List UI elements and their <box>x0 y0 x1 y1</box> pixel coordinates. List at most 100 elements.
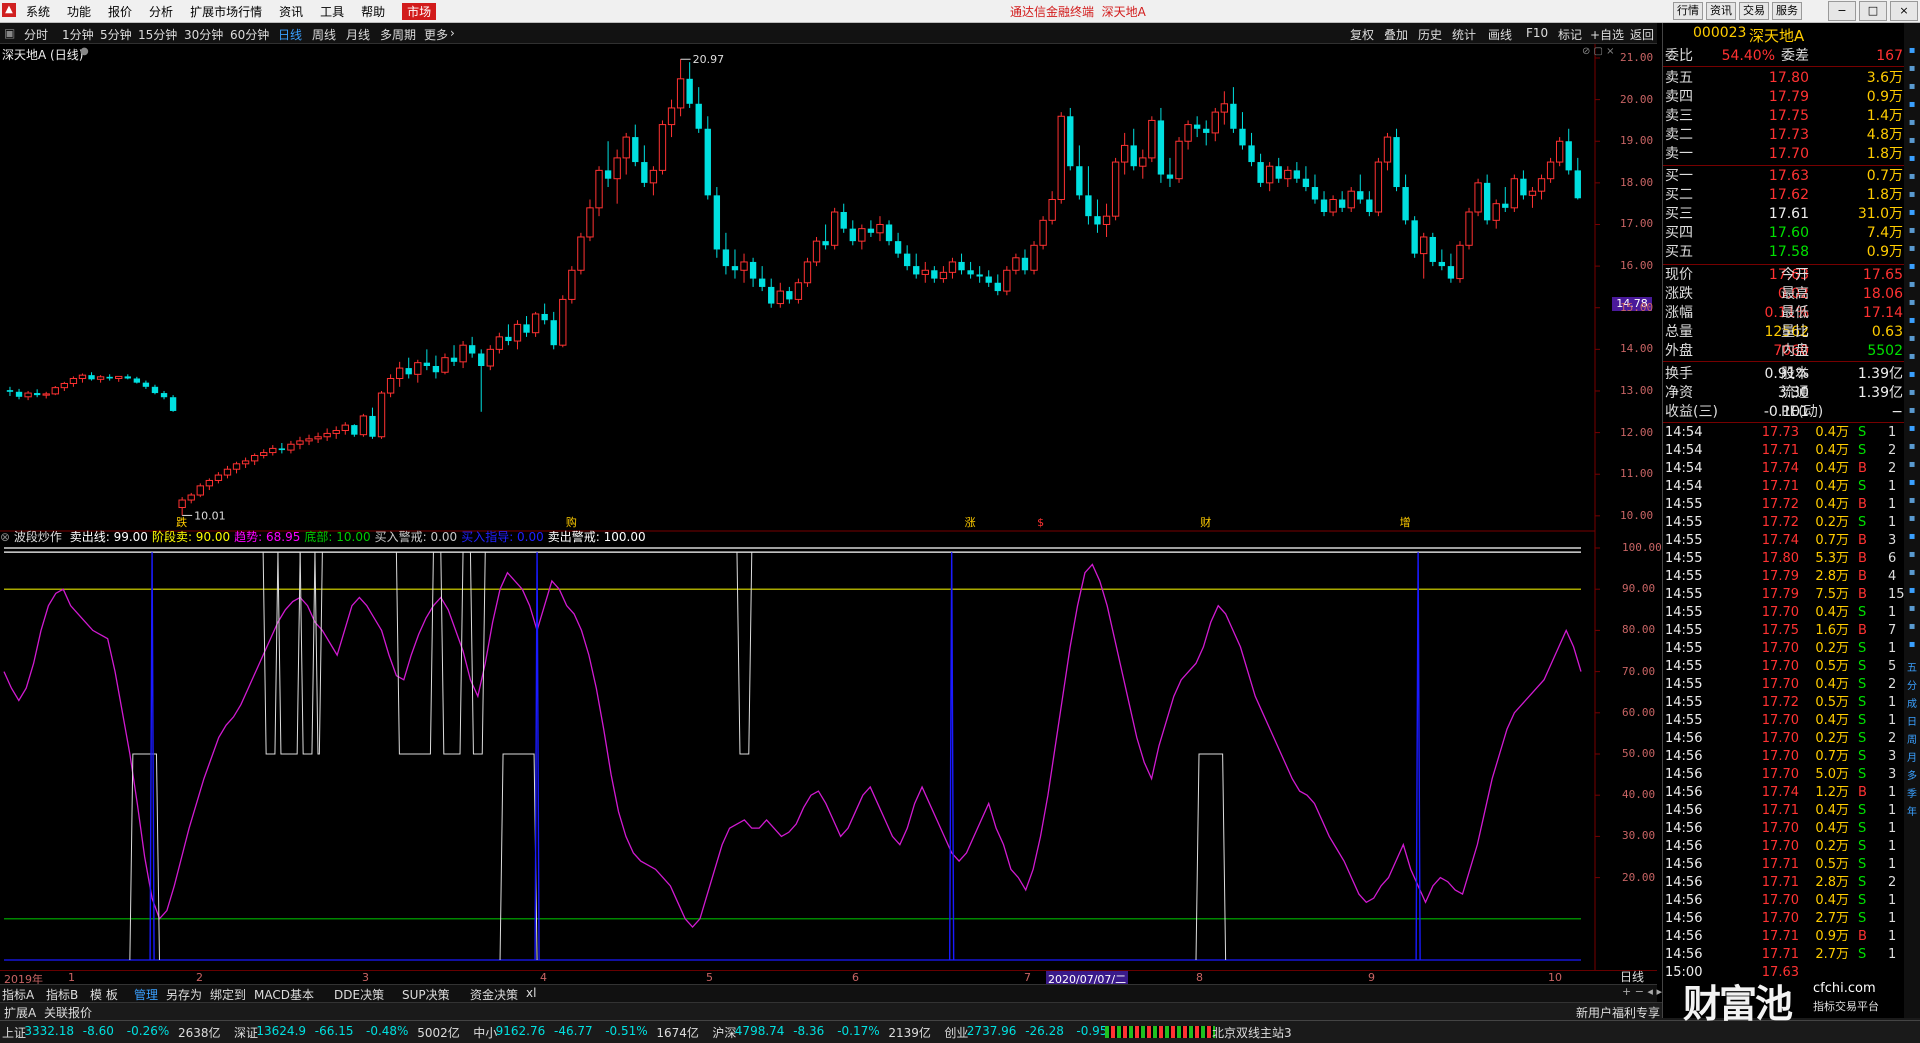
candle[interactable] <box>214 472 223 484</box>
candle[interactable] <box>931 266 938 283</box>
candle[interactable] <box>405 357 412 379</box>
indicator-tab[interactable]: DDE决策 <box>334 986 384 1003</box>
candle[interactable] <box>604 141 612 188</box>
candle[interactable] <box>395 361 404 387</box>
period-tab[interactable]: 30分钟 <box>184 26 223 43</box>
candle[interactable] <box>250 453 259 466</box>
candle[interactable] <box>1402 174 1409 225</box>
candle[interactable] <box>1311 174 1319 204</box>
tool-icon[interactable]: ▪ <box>1906 441 1918 453</box>
candle[interactable] <box>495 332 504 354</box>
candle[interactable] <box>1357 174 1364 204</box>
period-tab[interactable]: 多周期 <box>380 26 416 43</box>
candle[interactable] <box>468 336 476 358</box>
candle[interactable] <box>1438 249 1446 271</box>
candle[interactable] <box>269 445 277 456</box>
candle[interactable] <box>676 59 685 117</box>
period-shortcut[interactable]: 五 <box>1906 663 1918 675</box>
candle[interactable] <box>160 390 168 400</box>
candle[interactable] <box>196 483 204 498</box>
candle[interactable] <box>758 266 766 292</box>
candle[interactable] <box>142 380 150 389</box>
candle[interactable] <box>649 166 658 196</box>
candle[interactable] <box>876 216 884 242</box>
candle[interactable] <box>1393 128 1400 192</box>
candle[interactable] <box>595 166 603 217</box>
indicator-tab[interactable]: 指标B <box>46 986 78 1003</box>
candle[interactable] <box>1465 207 1473 250</box>
candle[interactable] <box>586 199 594 242</box>
tool-overlay[interactable]: 叠加 <box>1384 26 1408 43</box>
server-status[interactable]: 北京双线主站3 <box>1212 1024 1292 1041</box>
kline-chart[interactable]: 20.9710.01跌购涨 $ 财增 <box>0 44 1657 532</box>
ask-row[interactable]: 卖五 17.80 3.6万 <box>1663 69 1905 88</box>
candle[interactable] <box>958 253 965 275</box>
candle[interactable] <box>1139 149 1147 179</box>
ask-row[interactable]: 卖三 17.75 1.4万 <box>1663 107 1905 126</box>
menu-system[interactable]: 系统 <box>26 3 50 20</box>
period-tab[interactable]: 月线 <box>346 26 370 43</box>
event-marker[interactable]: 跌 <box>176 515 187 529</box>
info-icon[interactable]: ● <box>80 46 89 57</box>
candle[interactable] <box>1411 216 1418 258</box>
period-tab[interactable]: 60分钟 <box>230 26 269 43</box>
candle[interactable] <box>577 232 585 275</box>
candle[interactable] <box>1039 216 1047 250</box>
period-tab[interactable]: 分时 <box>24 26 48 43</box>
chevron-right-icon[interactable]: › <box>450 26 455 40</box>
candle[interactable] <box>858 224 866 250</box>
candle[interactable] <box>939 266 948 283</box>
candle[interactable] <box>948 257 957 279</box>
candle[interactable] <box>232 461 241 474</box>
period-tab[interactable]: 5分钟 <box>100 26 132 43</box>
tool-icon[interactable]: ▪ <box>1906 63 1918 75</box>
candle[interactable] <box>1366 191 1373 217</box>
grid-icon[interactable]: ▣ <box>4 26 15 40</box>
candle[interactable] <box>133 376 141 384</box>
tool-icon[interactable]: ▪ <box>1906 351 1918 363</box>
tool-icon[interactable]: ▪ <box>1906 243 1918 255</box>
candle[interactable] <box>913 253 920 279</box>
period-shortcut[interactable]: 日 <box>1906 717 1918 729</box>
tool-icon[interactable]: ▪ <box>1906 117 1918 129</box>
candle[interactable] <box>695 87 702 133</box>
candle[interactable] <box>1111 157 1120 221</box>
candle[interactable] <box>894 232 902 258</box>
tool-icon[interactable]: ▪ <box>1906 603 1918 615</box>
candle[interactable] <box>423 349 431 371</box>
candle[interactable] <box>985 270 992 287</box>
tool-icon[interactable]: ▪ <box>1906 585 1918 597</box>
candle[interactable] <box>1537 174 1546 200</box>
candle[interactable] <box>96 375 105 383</box>
menu-market[interactable]: 市场 <box>402 3 437 20</box>
candle[interactable] <box>632 124 639 167</box>
tool-icon[interactable]: ▪ <box>1906 639 1918 651</box>
candle[interactable] <box>613 149 621 204</box>
menu-function[interactable]: 功能 <box>67 3 91 20</box>
indicator-tab[interactable]: 绑定到 <box>210 986 246 1003</box>
period-shortcut[interactable]: 周 <box>1906 735 1918 747</box>
candle[interactable] <box>1320 191 1328 217</box>
candle[interactable] <box>803 257 812 287</box>
tool-icon[interactable]: ▪ <box>1906 315 1918 327</box>
candle[interactable] <box>1239 112 1246 150</box>
menu-tools[interactable]: 工具 <box>320 3 344 20</box>
tool-history[interactable]: 历史 <box>1418 26 1442 43</box>
menu-news[interactable]: 资讯 <box>279 3 303 20</box>
candle[interactable] <box>441 353 449 375</box>
candle[interactable] <box>812 236 821 267</box>
bid-row[interactable]: 买三 17.61 31.0万 <box>1663 205 1905 224</box>
tool-icon[interactable]: ▪ <box>1906 189 1918 201</box>
candle[interactable] <box>1275 157 1282 183</box>
period-more[interactable]: 更多 <box>424 26 448 43</box>
candle[interactable] <box>994 274 1001 296</box>
candle[interactable] <box>822 224 829 250</box>
candle[interactable] <box>1157 107 1165 183</box>
maximize-icon[interactable]: □ <box>1859 1 1887 21</box>
candle[interactable] <box>287 440 295 454</box>
indicator-tab[interactable]: 管理 <box>134 986 158 1003</box>
tool-icon[interactable]: ▪ <box>1906 513 1918 525</box>
candle[interactable] <box>377 390 386 439</box>
candle[interactable] <box>1220 91 1229 125</box>
indicator-tab[interactable]: 另存为 <box>166 986 202 1003</box>
